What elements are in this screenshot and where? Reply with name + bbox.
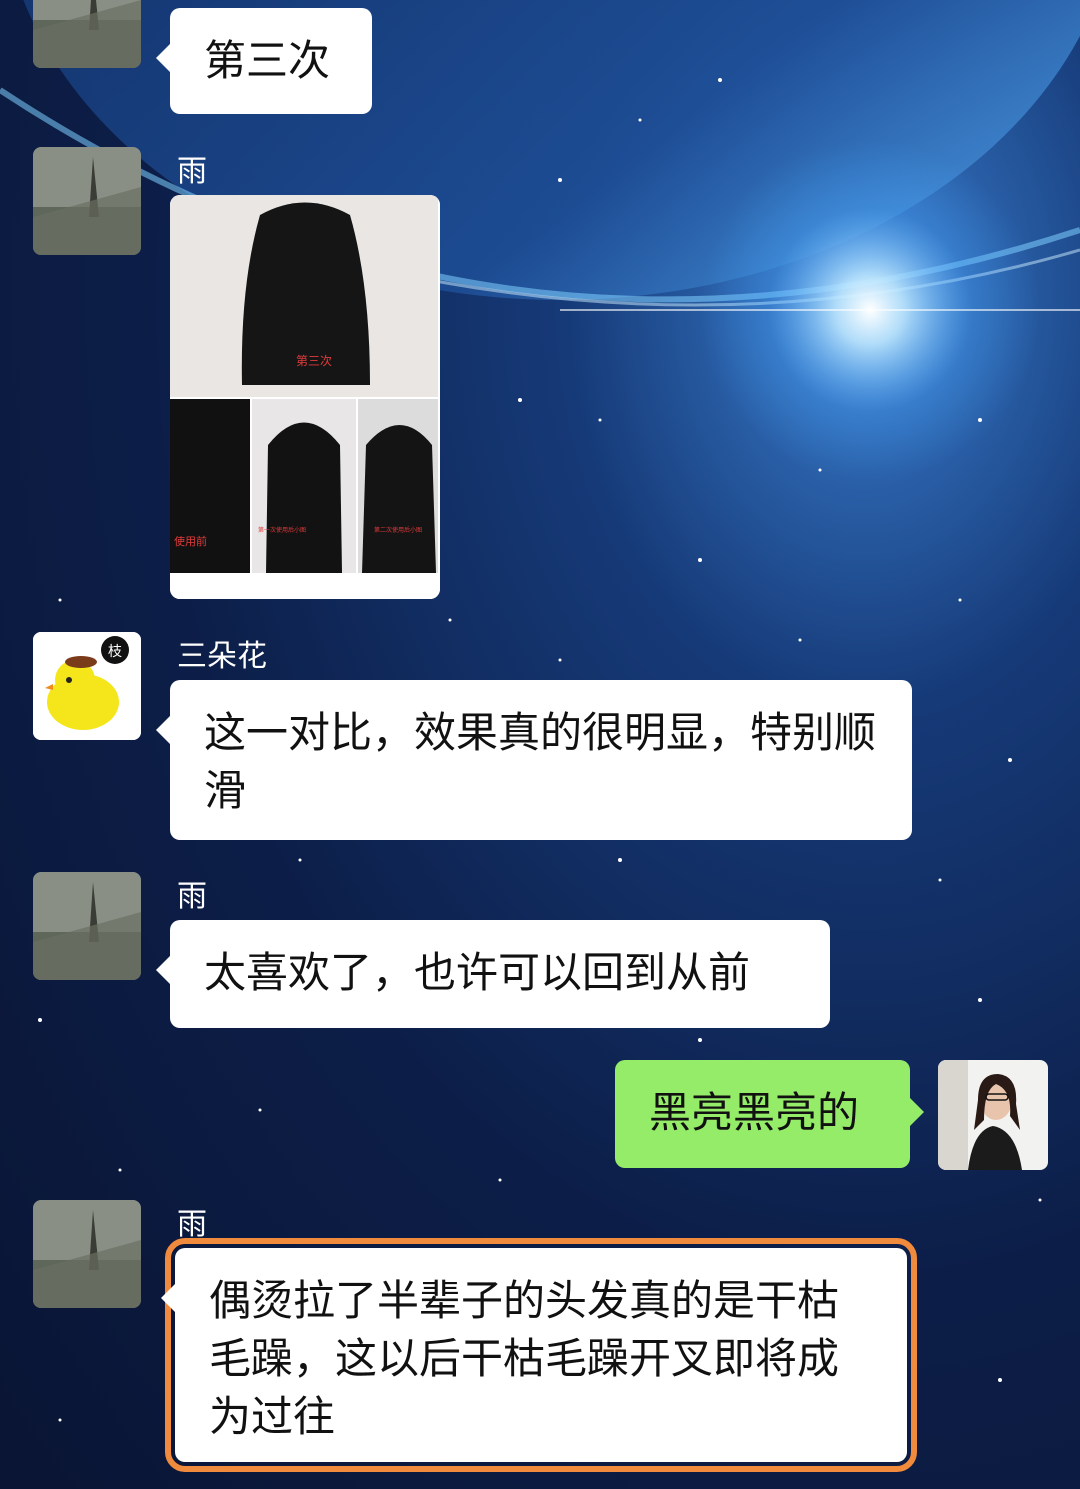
avatar-yu[interactable] [33,872,141,980]
avatar-yu[interactable] [33,0,141,68]
sender-name: 雨 [177,879,207,914]
message-bubble[interactable]: 这一对比，效果真的很明显，特别顺滑 [156,680,912,840]
message-bubble-self[interactable]: 黑亮黑亮的 [615,1060,924,1168]
avatar-badge: 枝 [108,644,122,660]
message-bubble[interactable]: 第三次 [156,8,372,114]
message-bubble[interactable]: 太喜欢了，也许可以回到从前 [156,920,830,1028]
message-bubble-highlighted[interactable]: 偶烫拉了半辈子的头发真的是干枯毛躁，这以后干枯毛躁开叉即将成为过往 [161,1238,917,1472]
message-text: 这一对比，效果真的很明显，特别顺滑 [204,708,877,815]
sender-name: 三朵花 [177,639,267,674]
message-text: 第三次 [204,36,331,85]
avatar-sanduohua[interactable]: 枝 [33,632,141,740]
image-label-second: 第二次使用后小图 [374,527,423,534]
avatar-yu[interactable] [33,1200,141,1308]
avatar-self[interactable] [938,1060,1048,1170]
avatar-yu[interactable] [33,147,141,255]
message-text: 偶烫拉了半辈子的头发真的是干枯毛躁，这以后干枯毛躁开叉即将成为过往 [209,1276,840,1441]
message-text: 太喜欢了，也许可以回到从前 [204,948,751,997]
message-text: 黑亮黑亮的 [649,1088,860,1137]
image-label-first: 第一次使用后小图 [258,527,307,534]
hair-comparison-image[interactable]: 第三次 使用前 第一次使用后小图 第二次使用后小图 [170,195,440,599]
sender-name: 雨 [177,1207,207,1242]
sender-name: 雨 [177,154,207,189]
image-label-before: 使用前 [174,535,207,548]
image-label-third: 第三次 [296,354,333,368]
